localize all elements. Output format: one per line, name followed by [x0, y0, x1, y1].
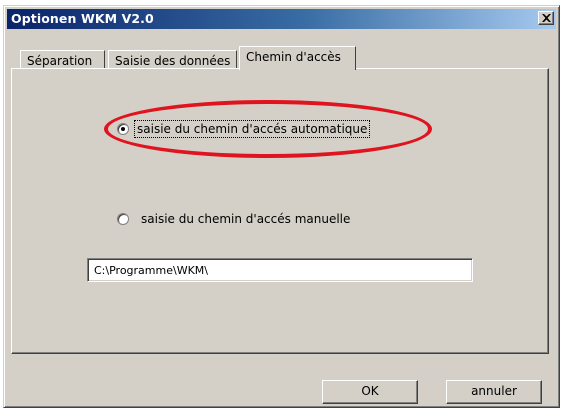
close-icon	[542, 14, 551, 22]
close-button[interactable]	[538, 11, 554, 25]
radio-manual[interactable]	[117, 213, 129, 225]
title-bar[interactable]: Optionen WKM V2.0	[7, 9, 556, 29]
tab-panel-chemin-d-acces	[11, 68, 549, 354]
radio-option-manual[interactable]: saisie du chemin d'accés manuelle	[117, 212, 350, 226]
tab-chemin-d-acces[interactable]: Chemin d'accès	[239, 46, 356, 70]
ok-button[interactable]: OK	[322, 380, 418, 404]
tab-chemin-d-acces-label: Chemin d'accès	[246, 50, 341, 64]
radio-automatic-label[interactable]: saisie du chemin d'accés automatique	[133, 120, 371, 138]
radio-selected-dot	[121, 127, 125, 131]
radio-manual-label[interactable]: saisie du chemin d'accés manuelle	[141, 212, 350, 226]
radio-automatic[interactable]	[117, 123, 129, 135]
tab-saisie-des-donnees-label: Saisie des données	[115, 54, 231, 68]
radio-option-automatic[interactable]: saisie du chemin d'accés automatique	[117, 120, 371, 138]
window-title: Optionen WKM V2.0	[11, 11, 154, 26]
path-input[interactable]	[87, 258, 473, 282]
tab-separation-label: Séparation	[27, 54, 93, 68]
cancel-button[interactable]: annuler	[446, 380, 542, 404]
